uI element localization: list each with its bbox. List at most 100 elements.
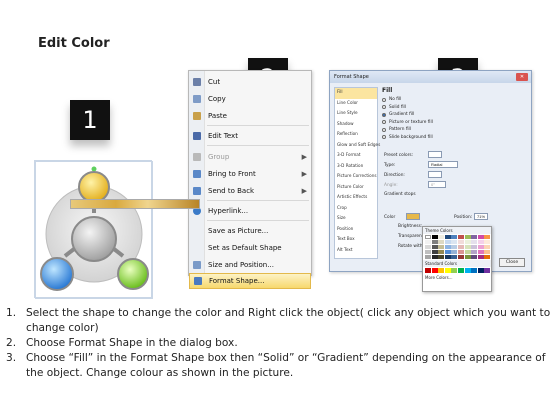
swatch[interactable] [484,244,491,250]
swatch[interactable] [451,239,458,245]
yellow-circle[interactable] [78,171,110,203]
swatch[interactable] [444,268,451,273]
swatch[interactable] [464,268,471,273]
swatch[interactable] [451,235,458,240]
menu-item-save-as-picture[interactable]: Save as Picture... [189,222,313,239]
menu-item-copy[interactable]: Copy [189,90,313,107]
swatch[interactable] [457,244,464,250]
swatch[interactable] [438,235,445,240]
swatch[interactable] [444,235,451,240]
category-3d-format[interactable]: 3-D Format [335,151,377,162]
radio-gradient-fill[interactable]: Gradient fill [382,111,528,119]
category-fill[interactable]: Fill [335,88,377,99]
swatch[interactable] [457,254,464,260]
category-shadow[interactable]: Shadow [335,120,377,131]
swatch[interactable] [431,239,438,245]
swatch[interactable] [464,235,471,240]
menu-item-set-default-shape[interactable]: Set as Default Shape [189,239,313,256]
swatch[interactable] [444,254,451,260]
swatch[interactable] [444,239,451,245]
more-colors-link[interactable]: More Colors... [423,273,491,281]
blue-circle[interactable] [40,257,74,291]
category-artistic-effects[interactable]: Artistic Effects [335,193,377,204]
radio-picture-fill[interactable]: Picture or texture fill [382,119,528,127]
category-picture-corrections[interactable]: Picture Corrections [335,172,377,183]
swatch[interactable] [457,239,464,245]
swatch[interactable] [444,244,451,250]
swatch[interactable] [471,239,478,245]
swatch[interactable] [484,249,491,255]
direction-dropdown[interactable] [428,171,442,178]
swatch[interactable] [431,254,438,260]
category-glow[interactable]: Glow and Soft Edges [335,141,380,152]
category-size[interactable]: Size [335,214,377,225]
swatch[interactable] [438,244,445,250]
category-3d-rotation[interactable]: 3-D Rotation [335,162,377,173]
swatch[interactable] [457,268,464,273]
swatch[interactable] [484,235,491,240]
swatch[interactable] [438,254,445,260]
swatch[interactable] [464,249,471,255]
swatch[interactable] [477,239,484,245]
swatch[interactable] [431,249,438,255]
swatch[interactable] [451,249,458,255]
swatch[interactable] [477,268,484,273]
swatch[interactable] [457,235,464,240]
swatch[interactable] [451,244,458,250]
category-line-color[interactable]: Line Color [335,99,377,110]
swatch[interactable] [477,244,484,250]
radio-slide-background-fill[interactable]: Slide background fill [382,134,528,142]
menu-item-hyperlink[interactable]: Hyperlink... [189,202,313,219]
swatch[interactable] [471,244,478,250]
angle-input[interactable]: 0° [428,181,446,188]
radio-no-fill[interactable]: No fill [382,96,528,104]
swatch[interactable] [431,268,438,273]
menu-item-format-shape[interactable]: Format Shape... [189,273,311,289]
swatch[interactable] [431,235,438,240]
swatch[interactable] [471,268,478,273]
swatch[interactable] [471,254,478,260]
swatch[interactable] [425,249,431,255]
swatch[interactable] [464,244,471,250]
category-alt-text[interactable]: Alt Text [335,246,377,257]
gradient-stops-bar[interactable] [70,199,200,209]
swatch[interactable] [425,268,431,273]
swatch[interactable] [477,249,484,255]
swatch[interactable] [451,268,458,273]
category-reflection[interactable]: Reflection [335,130,377,141]
rotate-handle[interactable] [91,166,97,172]
category-line-style[interactable]: Line Style [335,109,377,120]
type-dropdown[interactable]: Radial [428,161,458,168]
selected-shape-group[interactable] [34,160,153,299]
menu-item-bring-to-front[interactable]: Bring to Front ▶ [189,165,313,182]
menu-item-edit-text[interactable]: Edit Text [189,127,313,144]
radio-solid-fill[interactable]: Solid fill [382,104,528,112]
swatch[interactable] [471,249,478,255]
swatch[interactable] [484,239,491,245]
swatch[interactable] [438,239,445,245]
swatch[interactable] [425,235,431,240]
green-circle[interactable] [117,258,149,290]
swatch[interactable] [438,268,445,273]
color-dropdown[interactable] [406,213,420,220]
menu-item-send-to-back[interactable]: Send to Back ▶ [189,182,313,199]
swatch[interactable] [471,235,478,240]
close-button[interactable]: Close [499,258,525,267]
swatch[interactable] [484,268,491,273]
swatch[interactable] [425,254,431,260]
swatch[interactable] [464,239,471,245]
swatch[interactable] [451,254,458,260]
menu-item-group[interactable]: Group ▶ [189,148,313,165]
swatch[interactable] [477,235,484,240]
close-icon[interactable]: ✕ [516,73,528,81]
swatch[interactable] [425,244,431,250]
preset-colors-dropdown[interactable] [428,151,442,158]
category-position[interactable]: Position [335,225,377,236]
swatch[interactable] [477,254,484,260]
swatch[interactable] [438,249,445,255]
swatch[interactable] [464,254,471,260]
swatch[interactable] [425,239,431,245]
category-crop[interactable]: Crop [335,204,377,215]
radio-pattern-fill[interactable]: Pattern fill [382,126,528,134]
position-input[interactable]: 71% [474,213,488,220]
